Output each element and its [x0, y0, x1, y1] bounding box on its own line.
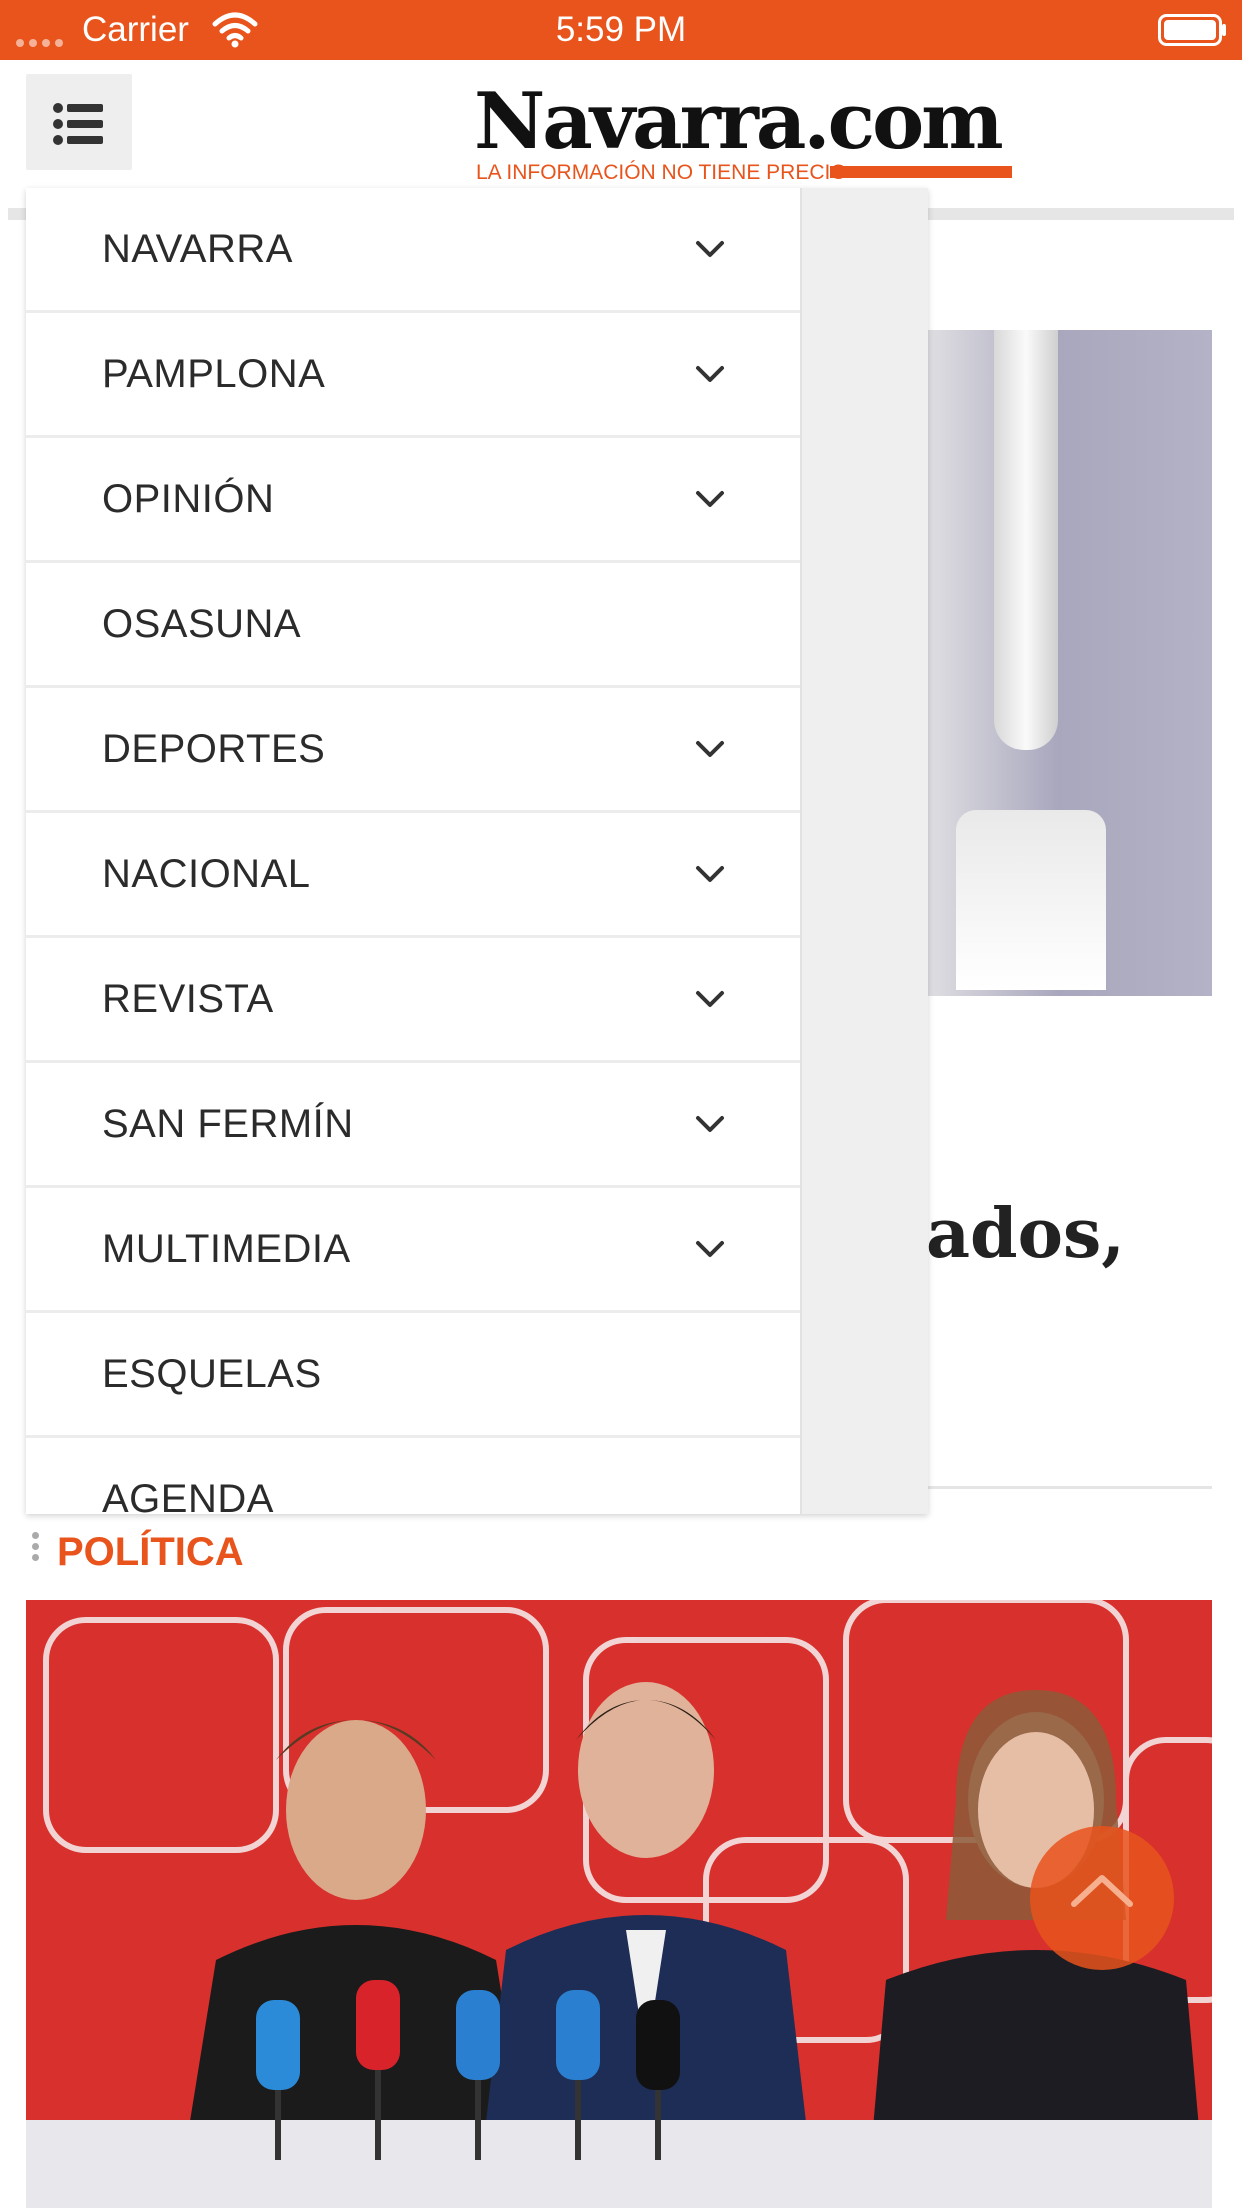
menu-item-multimedia[interactable]: MULTIMEDIA [26, 1188, 800, 1313]
menu-item-label: REVISTA [102, 977, 274, 1021]
navigation-menu: NAVARRA PAMPLONA OPINIÓN OSASUNA DEPORTES NAC… [26, 188, 928, 1514]
section-marker-icon [32, 1532, 40, 1566]
menu-item-san-fermín[interactable]: SAN FERMÍN [26, 1063, 800, 1188]
pipette-holder-shape [956, 810, 1106, 990]
logo-accent-bar [830, 166, 1012, 178]
chevron-down-icon[interactable] [694, 737, 726, 761]
menu-item-pamplona[interactable]: PAMPLONA [26, 313, 800, 438]
clock: 5:59 PM [555, 10, 687, 49]
chevron-down-icon[interactable] [694, 237, 726, 261]
article-headline[interactable]: ados, [926, 1194, 1125, 1274]
section-label-politica[interactable]: POLÍTICA [57, 1528, 244, 1576]
menu-item-label: MULTIMEDIA [102, 1227, 351, 1271]
menu-item-label: SAN FERMÍN [102, 1102, 354, 1146]
menu-item-label: OSASUNA [102, 602, 302, 646]
chevron-down-icon[interactable] [694, 1112, 726, 1136]
chevron-down-icon[interactable] [694, 487, 726, 511]
menu-item-agenda[interactable]: AGENDA [26, 1438, 800, 1514]
menu-item-nacional[interactable]: NACIONAL [26, 813, 800, 938]
menu-item-revista[interactable]: REVISTA [26, 938, 800, 1063]
menu-item-label: NACIONAL [102, 852, 311, 896]
chevron-down-icon[interactable] [694, 362, 726, 386]
chevron-up-icon [1071, 1875, 1133, 1907]
menu-item-esquelas[interactable]: ESQUELAS [26, 1313, 800, 1438]
menu-list: NAVARRA PAMPLONA OPINIÓN OSASUNA DEPORTES NAC… [26, 188, 802, 1514]
pipette-shape [994, 330, 1058, 750]
menu-item-label: NAVARRA [102, 227, 293, 271]
menu-item-opinión[interactable]: OPINIÓN [26, 438, 800, 563]
menu-item-label: ESQUELAS [102, 1352, 322, 1396]
menu-item-deportes[interactable]: DEPORTES [26, 688, 800, 813]
menu-item-osasuna[interactable]: OSASUNA [26, 563, 800, 688]
status-bar: Carrier 5:59 PM [0, 0, 1242, 60]
chevron-down-icon[interactable] [694, 862, 726, 886]
menu-item-navarra[interactable]: NAVARRA [26, 188, 800, 313]
chevron-down-icon[interactable] [694, 1237, 726, 1261]
logo-tagline: LA INFORMACIÓN NO TIENE PRECIO [476, 161, 847, 184]
scroll-to-top-button[interactable] [1030, 1826, 1174, 1970]
list-icon [53, 103, 103, 145]
chevron-down-icon[interactable] [694, 987, 726, 1011]
site-logo[interactable]: Navarra.com [474, 80, 1004, 164]
battery-icon [1158, 14, 1226, 46]
menu-item-label: PAMPLONA [102, 352, 326, 396]
menu-toggle-button[interactable] [26, 74, 132, 170]
menu-item-label: OPINIÓN [102, 477, 275, 521]
menu-item-label: DEPORTES [102, 727, 326, 771]
menu-item-label: AGENDA [102, 1477, 274, 1514]
